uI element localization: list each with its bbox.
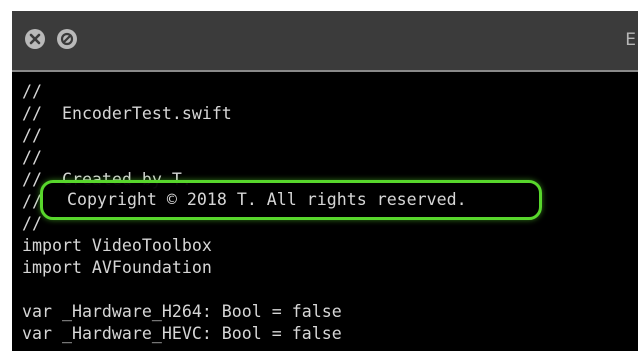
code-line-7: // bbox=[22, 214, 42, 233]
terminal-window: E // // EncoderTest.swift // // // Creat… bbox=[12, 11, 638, 351]
close-button[interactable] bbox=[25, 29, 45, 49]
copyright-line: Copyright © 2018 T. All rights reserved. bbox=[67, 190, 467, 209]
code-line-12: var _Hardware_HEVC: Bool = false bbox=[22, 324, 342, 343]
code-line-1: // bbox=[22, 82, 42, 101]
close-x-icon bbox=[29, 33, 41, 45]
minimize-button[interactable] bbox=[57, 29, 77, 49]
minimize-slash-icon bbox=[60, 32, 74, 46]
code-editor[interactable]: // // EncoderTest.swift // // // Created… bbox=[12, 72, 638, 351]
title-bar: E bbox=[12, 11, 638, 70]
code-line-3: // bbox=[22, 126, 42, 145]
copyright-highlight-box: Copyright © 2018 T. All rights reserved. bbox=[40, 180, 542, 220]
code-line-6: // bbox=[22, 192, 42, 211]
code-line-2: // EncoderTest.swift bbox=[22, 104, 232, 123]
code-line-11: var _Hardware_H264: Bool = false bbox=[22, 302, 342, 321]
code-line-8: import VideoToolbox bbox=[22, 236, 212, 255]
window-title: E bbox=[625, 30, 636, 50]
code-line-4: // bbox=[22, 148, 42, 167]
code-line-9: import AVFoundation bbox=[22, 258, 212, 277]
